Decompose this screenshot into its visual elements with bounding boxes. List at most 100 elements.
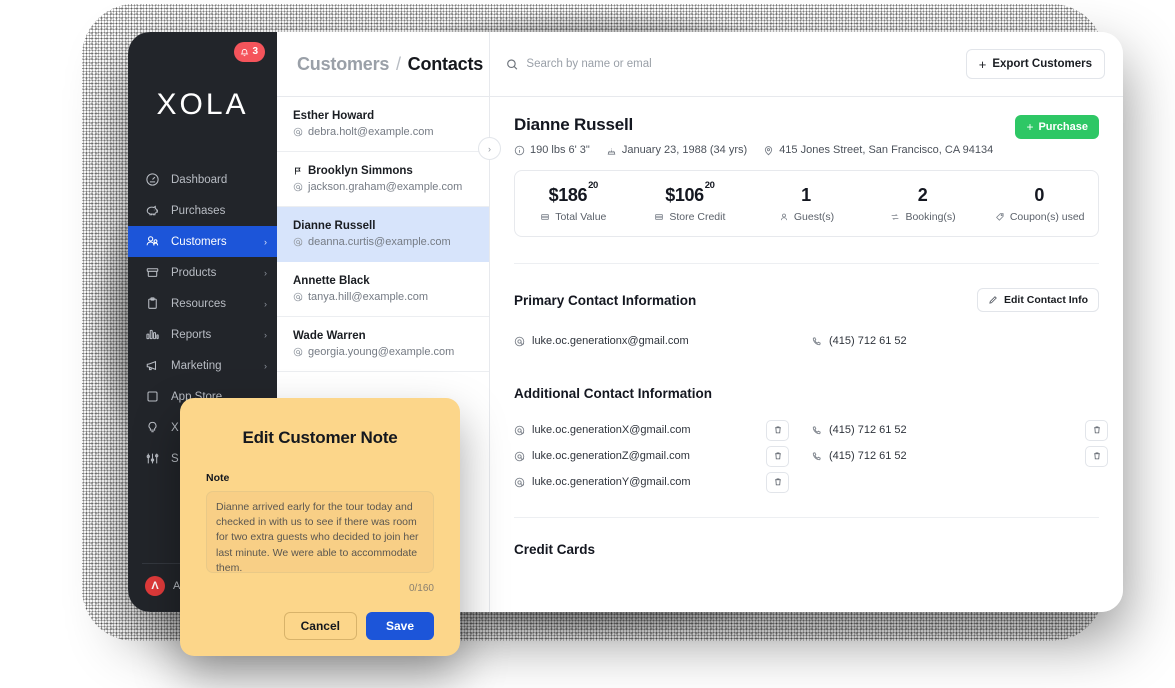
screenshot-stage: 3 XOLA Dashboard Purchases Customers › P… — [0, 0, 1175, 688]
box-icon — [145, 265, 160, 280]
customer-meta: 190 lbs 6' 3" January 23, 1988 (34 yrs) … — [514, 144, 993, 156]
trash-icon — [774, 478, 781, 486]
stat-value: $106 — [665, 185, 704, 205]
sidebar-item-marketing[interactable]: Marketing › — [128, 350, 277, 381]
stat-store-credit: $10620 Store Credit — [632, 180, 749, 223]
list-item-selected[interactable]: Dianne Russell deanna.curtis@example.com — [277, 207, 489, 262]
breadcrumb-separator: / — [396, 53, 401, 74]
users-icon — [145, 234, 160, 249]
bar-chart-icon — [145, 327, 160, 342]
sidebar-item-customers[interactable]: Customers › — [128, 226, 277, 257]
delete-email-button[interactable] — [766, 419, 789, 441]
edit-customer-note-modal: Edit Customer Note Note 0/160 Cancel Sav… — [180, 398, 460, 656]
xola-logo: XOLA — [156, 88, 249, 121]
at-icon — [293, 292, 303, 302]
additional-contact-header: Additional Contact Information — [514, 386, 1099, 401]
primary-contact-header: Primary Contact Information Edit Contact… — [514, 288, 1099, 312]
contact-name: Esther Howard — [293, 110, 375, 122]
card-icon — [541, 214, 549, 220]
sidebar-item-products[interactable]: Products › — [128, 257, 277, 288]
delete-phone-cell — [1063, 445, 1108, 467]
table-row: luke.oc.generationY@gmail.com — [514, 469, 1099, 495]
bell-icon — [241, 48, 249, 56]
delete-email-cell — [766, 471, 811, 493]
contact-email: tanya.hill@example.com — [308, 291, 428, 303]
stat-coupons: 0 Coupon(s) used — [981, 185, 1098, 223]
page-title: Dianne Russell — [514, 115, 634, 134]
trash-icon — [1093, 426, 1100, 434]
sidebar-item-label: X — [171, 421, 179, 434]
edit-contact-label: Edit Contact Info — [1004, 294, 1088, 306]
sidebar-item-purchases[interactable]: Purchases — [128, 195, 277, 226]
sidebar-item-label: Purchases — [171, 204, 226, 217]
customer-header: Dianne Russell 190 lbs 6' 3" January 23,… — [514, 115, 1099, 156]
sidebar-item-label: Customers — [171, 235, 227, 248]
notification-badge[interactable]: 3 — [234, 42, 265, 62]
stats-card: $18620 Total Value $10620 Store Credit 1… — [514, 170, 1099, 237]
booking-icon — [892, 214, 899, 220]
pencil-icon — [989, 296, 997, 304]
sidebar-item-dashboard[interactable]: Dashboard — [128, 164, 277, 195]
additional-phone: (415) 712 61 52 — [829, 424, 907, 436]
at-icon — [514, 477, 525, 487]
export-customers-label: Export Customers — [992, 58, 1092, 70]
primary-email-cell: luke.oc.generationx@gmail.com — [514, 335, 766, 347]
sidebar-item-resources[interactable]: Resources › — [128, 288, 277, 319]
purchase-button[interactable]: + Purchase — [1015, 115, 1099, 139]
phone-icon — [812, 336, 821, 345]
search-box[interactable] — [506, 58, 956, 71]
character-counter: 0/160 — [408, 583, 434, 594]
stat-label: Total Value — [555, 211, 607, 223]
stat-cents: 20 — [588, 180, 598, 192]
additional-email: luke.oc.generationY@gmail.com — [532, 476, 691, 488]
at-icon — [514, 451, 525, 461]
save-button[interactable]: Save — [365, 612, 434, 640]
search-input[interactable] — [526, 58, 956, 70]
megaphone-icon — [145, 358, 160, 373]
person-icon — [780, 213, 787, 221]
stat-value: 2 — [917, 185, 928, 205]
section-title: Additional Contact Information — [514, 386, 712, 401]
collapse-panel-button[interactable]: › — [478, 137, 501, 160]
meta-physical: 190 lbs 6' 3" — [514, 144, 590, 156]
sidebar-item-reports[interactable]: Reports › — [128, 319, 277, 350]
stat-cents: 20 — [704, 180, 715, 192]
tag-icon — [995, 213, 1004, 221]
breadcrumb: Customers / Contacts — [277, 32, 489, 97]
contact-name: Wade Warren — [293, 330, 366, 342]
list-item[interactable]: Esther Howard debra.holt@example.com — [277, 97, 489, 152]
breadcrumb-current: Contacts — [407, 53, 484, 74]
delete-email-button[interactable] — [766, 445, 789, 467]
delete-email-cell — [766, 445, 811, 467]
info-icon — [514, 145, 525, 155]
section-title: Primary Contact Information — [514, 292, 697, 308]
cancel-button[interactable]: Cancel — [283, 612, 357, 640]
sidebar-item-label: Resources — [171, 297, 226, 310]
delete-phone-button[interactable] — [1085, 445, 1108, 467]
stat-bookings: 2 Booking(s) — [865, 185, 982, 223]
list-item[interactable]: Wade Warren georgia.young@example.com — [277, 317, 489, 372]
lightbulb-icon — [145, 420, 160, 435]
list-item[interactable]: Brooklyn Simmons jackson.graham@example.… — [277, 152, 489, 207]
additional-email-cell: luke.oc.generationZ@gmail.com — [514, 450, 766, 462]
dashboard-icon — [145, 172, 160, 187]
list-item[interactable]: Annette Black tanya.hill@example.com — [277, 262, 489, 317]
credit-cards-header: Credit Cards — [514, 542, 1099, 557]
card-icon — [655, 214, 664, 220]
note-textarea[interactable] — [206, 491, 434, 573]
edit-contact-info-button[interactable]: Edit Contact Info — [977, 288, 1099, 312]
export-customers-button[interactable]: + Export Customers — [965, 49, 1105, 79]
breadcrumb-parent[interactable]: Customers — [297, 54, 389, 74]
clipboard-icon — [145, 296, 160, 311]
notification-count: 3 — [252, 46, 258, 57]
delete-phone-button[interactable] — [1085, 419, 1108, 441]
plus-icon: + — [1026, 120, 1034, 134]
trash-icon — [774, 452, 781, 460]
table-row: luke.oc.generationx@gmail.com (415) 712 … — [514, 328, 1099, 354]
table-row: luke.oc.generationZ@gmail.com (415) 712 … — [514, 443, 1108, 469]
search-icon — [507, 58, 518, 70]
delete-email-button[interactable] — [766, 471, 789, 493]
additional-email-cell: luke.oc.generationY@gmail.com — [514, 476, 766, 488]
contact-name: Dianne Russell — [293, 220, 376, 232]
plus-icon: + — [978, 56, 987, 72]
